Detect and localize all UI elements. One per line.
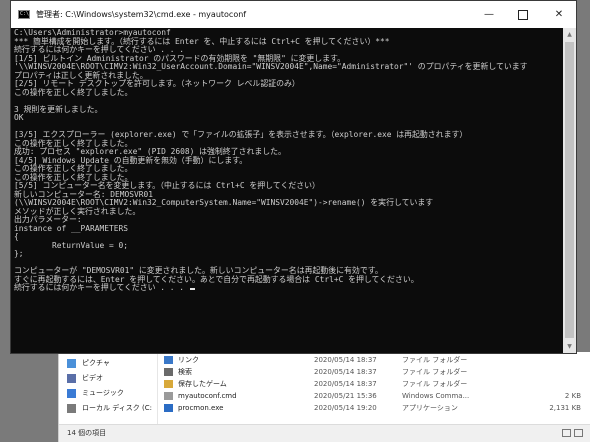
console-line: 続行するには何かキーを押してください . . . xyxy=(14,283,189,292)
console-line: OK xyxy=(14,113,24,122)
maximize-button[interactable] xyxy=(506,1,540,28)
nav-item[interactable]: ビデオ xyxy=(67,371,103,385)
file-date: 2020/05/14 18:37 xyxy=(314,368,377,376)
file-date: 2020/05/14 18:37 xyxy=(314,356,377,364)
cmd-window: C:\ 管理者: C:\Windows\system32\cmd.exe - m… xyxy=(10,0,577,354)
console-line: この操作を正しく終了しました。 xyxy=(14,87,133,97)
large-icons-view-icon[interactable] xyxy=(574,429,583,437)
file-size: 2 KB xyxy=(564,392,581,400)
file-list: リンク 2020/05/14 18:37 ファイル フォルダー 検索 2020/05/1… xyxy=(164,352,590,424)
file-type: ファイル フォルダー xyxy=(402,356,468,364)
scroll-down-arrow-icon[interactable]: ▼ xyxy=(563,340,576,353)
console-output[interactable]: C:\Users\Administrator>myautoconf *** 簡単… xyxy=(11,28,564,353)
exe-file-icon xyxy=(164,404,173,412)
view-toggle xyxy=(562,429,583,437)
text-cursor xyxy=(189,288,195,290)
status-bar: 14 個の項目 xyxy=(59,424,590,442)
file-row[interactable]: 検索 2020/05/14 18:37 ファイル フォルダー xyxy=(164,366,590,378)
cmd-app-icon[interactable]: C:\ xyxy=(18,10,30,19)
file-date: 2020/05/14 18:37 xyxy=(314,380,377,388)
scroll-up-arrow-icon[interactable]: ▲ xyxy=(563,28,576,41)
nav-item-label: ミュージック xyxy=(82,389,124,397)
console-text: C:\Users\Administrator>myautoconf *** 簡単… xyxy=(11,28,564,293)
games-folder-icon xyxy=(164,380,173,388)
file-row[interactable]: myautoconf.cmd 2020/05/21 15:36 Windows Co… xyxy=(164,390,590,402)
file-row[interactable]: procmon.exe 2020/05/14 19:20 アプリケーション 2,131… xyxy=(164,402,590,414)
disk-icon xyxy=(67,403,76,413)
scroll-thumb[interactable] xyxy=(565,42,574,338)
search-folder-icon xyxy=(164,368,173,376)
link-folder-icon xyxy=(164,356,173,364)
music-icon xyxy=(67,388,76,398)
file-name: procmon.exe xyxy=(178,404,224,412)
file-type: Windows Comma... xyxy=(402,392,470,400)
close-button[interactable]: ✕ xyxy=(542,1,576,28)
file-type: アプリケーション xyxy=(402,404,458,412)
title-bar[interactable]: C:\ 管理者: C:\Windows\system32\cmd.exe - m… xyxy=(11,1,576,28)
nav-item[interactable]: ローカル ディスク (C: xyxy=(67,401,152,415)
vertical-scrollbar[interactable]: ▲ ▼ xyxy=(563,28,576,353)
file-name: リンク xyxy=(178,356,199,364)
console-line: instance of __PARAMETERS xyxy=(14,223,129,233)
item-count: 14 個の項目 xyxy=(67,429,107,437)
nav-item-label: ローカル ディスク (C: xyxy=(82,404,152,412)
navigation-pane: ピクチャビデオミュージックローカル ディスク (C: xyxy=(59,352,158,424)
nav-item-label: ピクチャ xyxy=(82,359,110,367)
file-type: ファイル フォルダー xyxy=(402,380,468,388)
details-view-icon[interactable] xyxy=(562,429,571,437)
file-date: 2020/05/21 15:36 xyxy=(314,392,377,400)
file-row[interactable]: 保存したゲーム 2020/05/14 18:37 ファイル フォルダー xyxy=(164,378,590,390)
file-size: 2,131 KB xyxy=(549,404,581,412)
nav-item[interactable]: ミュージック xyxy=(67,386,124,400)
file-row[interactable]: リンク 2020/05/14 18:37 ファイル フォルダー xyxy=(164,354,590,366)
window-title: 管理者: C:\Windows\system32\cmd.exe - myaut… xyxy=(36,10,247,19)
nav-item[interactable]: ピクチャ xyxy=(67,356,110,370)
file-name: 検索 xyxy=(178,368,192,376)
pictures-icon xyxy=(67,358,76,368)
console-line: ReturnValue = 0; xyxy=(14,240,129,250)
file-name: myautoconf.cmd xyxy=(178,392,237,400)
nav-item-label: ビデオ xyxy=(82,374,103,382)
explorer-window: ピクチャビデオミュージックローカル ディスク (C: リンク 2020/05/14… xyxy=(58,352,590,442)
cmd-file-icon xyxy=(164,392,173,400)
console-line: 3 規則を更新しました。 xyxy=(14,104,103,114)
file-type: ファイル フォルダー xyxy=(402,368,468,376)
minimize-button[interactable]: — xyxy=(472,1,506,28)
videos-icon xyxy=(67,373,76,383)
file-name: 保存したゲーム xyxy=(178,380,227,388)
file-date: 2020/05/14 19:20 xyxy=(314,404,377,412)
maximize-icon xyxy=(518,9,528,20)
console-line: }; xyxy=(14,249,24,258)
